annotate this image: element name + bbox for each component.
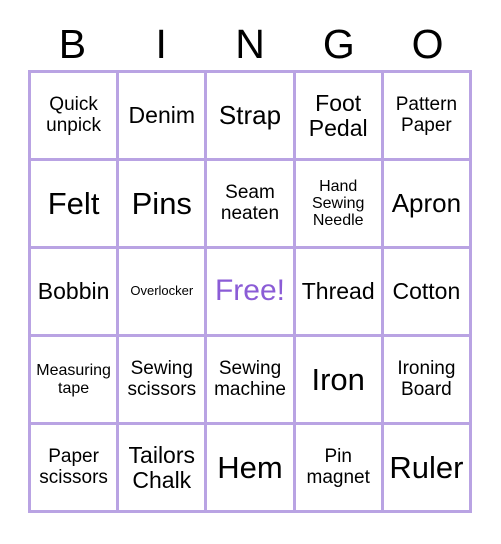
bingo-header-letter-n: N [235,21,265,67]
bingo-header: B I N G O [28,18,472,70]
bingo-cell-label: Ironing Board [397,357,456,400]
bingo-cell-label: Cotton [392,278,461,305]
bingo-cell[interactable]: Pin magnet [295,425,384,513]
bingo-cell[interactable]: Denim [119,73,208,161]
bingo-cell-label: Paper scissors [39,445,108,488]
bingo-cell[interactable]: Sewing scissors [119,337,208,425]
bingo-cell-label: Sewing machine [214,357,286,400]
bingo-cell[interactable]: Ruler [383,425,472,513]
bingo-cell-label: Pattern Paper [395,93,458,136]
bingo-cell-label: Overlocker [130,283,194,299]
bingo-cell[interactable]: Felt [31,161,120,249]
bingo-cell[interactable]: Foot Pedal [295,73,384,161]
bingo-cell-label: Bobbin [37,278,110,305]
bingo-cell[interactable]: Bobbin [31,249,120,337]
bingo-cell[interactable]: Iron [295,337,384,425]
bingo-cell[interactable]: Hand Sewing Needle [295,161,384,249]
bingo-grid: Quick unpick Denim Strap Foot Pedal Pattern … [28,70,472,513]
bingo-cell-label: Seam neaten [220,181,280,224]
bingo-cell-label: Hand Sewing Needle [311,177,365,230]
bingo-header-letter-g: G [322,21,355,67]
bingo-card: B I N G O Quick unpick Denim Strap Foot Ped… [0,0,501,544]
bingo-header-letter-o: O [411,21,444,67]
bingo-cell[interactable]: Pattern Paper [383,73,472,161]
bingo-cell[interactable]: Hem [207,425,296,513]
bingo-cell[interactable]: Paper scissors [31,425,120,513]
bingo-cell-label: Strap [218,100,282,131]
bingo-cell-label: Sewing scissors [127,357,197,400]
bingo-cell[interactable]: Thread [295,249,384,337]
bingo-cell-label: Tailors Chalk [128,441,196,493]
bingo-cell-label: Quick unpick [46,93,102,136]
bingo-cell[interactable]: Strap [207,73,296,161]
bingo-cell-label: Pin magnet [306,445,370,488]
bingo-cell[interactable]: Cotton [383,249,472,337]
bingo-cell[interactable]: Overlocker [119,249,208,337]
bingo-cell[interactable]: Ironing Board [383,337,472,425]
bingo-cell-label: Pins [131,185,192,221]
bingo-cell-label: Apron [391,188,462,219]
bingo-cell-free[interactable]: Free! [207,249,296,337]
bingo-cell-label: Measuring tape [36,362,111,397]
bingo-cell[interactable]: Sewing machine [207,337,296,425]
bingo-cell[interactable]: Seam neaten [207,161,296,249]
bingo-cell-label: Hem [217,449,283,485]
bingo-cell-label: Free! [214,274,285,308]
bingo-cell[interactable]: Quick unpick [31,73,120,161]
bingo-cell-label: Thread [301,278,375,305]
bingo-cell[interactable]: Pins [119,161,208,249]
bingo-cell-label: Ruler [389,449,464,485]
bingo-cell-label: Felt [47,185,100,221]
bingo-cell-label: Iron [311,361,365,397]
bingo-cell-label: Foot Pedal [308,89,368,141]
bingo-cell-label: Denim [128,102,196,129]
bingo-cell[interactable]: Apron [383,161,472,249]
bingo-header-letter-b: B [58,21,87,67]
bingo-cell[interactable]: Tailors Chalk [119,425,208,513]
bingo-header-letter-i: I [155,21,167,67]
bingo-cell[interactable]: Measuring tape [31,337,120,425]
